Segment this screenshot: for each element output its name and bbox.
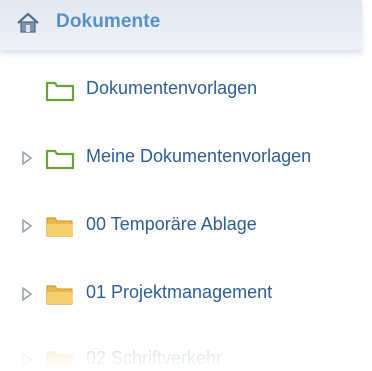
folder-outline-green-icon: [44, 145, 76, 171]
right-edge-fade: [362, 0, 372, 371]
folder-yellow-icon: [44, 281, 76, 307]
folder-outline-green-icon: [44, 77, 76, 103]
tree-node-dokumentenvorlagen[interactable]: Dokumentenvorlagen: [0, 73, 372, 107]
tree-node-label: 02 Schriftverkehr: [86, 348, 223, 368]
folder-yellow-icon: [44, 347, 76, 371]
tree-root-label: Dokumente: [56, 11, 161, 32]
expand-arrow-icon[interactable]: [20, 286, 34, 302]
tree-node-02-schriftverkehr[interactable]: 02 Schriftverkehr: [0, 343, 372, 371]
home-icon: [16, 12, 40, 34]
tree-node-00-temporaere-ablage[interactable]: 00 Temporäre Ablage: [0, 209, 372, 243]
tree-node-label: 00 Temporäre Ablage: [86, 214, 257, 234]
tree-node-01-projektmanagement[interactable]: 01 Projektmanagement: [0, 277, 372, 311]
tree-root-header[interactable]: Dokumente: [0, 0, 362, 51]
tree-node-label: Dokumentenvorlagen: [86, 78, 258, 98]
tree-node-label: Meine Dokumentenvorlagen: [86, 146, 312, 166]
expand-arrow-icon[interactable]: [20, 218, 34, 234]
tree-node-label: 01 Projektmanagement: [86, 282, 273, 302]
expand-arrow-icon[interactable]: [20, 150, 34, 166]
folder-yellow-icon: [44, 213, 76, 239]
expand-arrow-icon[interactable]: [20, 352, 34, 368]
document-tree-panel: Dokumente Dokumentenvorlagen Meine Dokum…: [0, 0, 372, 371]
tree-node-meine-dokumentenvorlagen[interactable]: Meine Dokumentenvorlagen: [0, 141, 372, 175]
